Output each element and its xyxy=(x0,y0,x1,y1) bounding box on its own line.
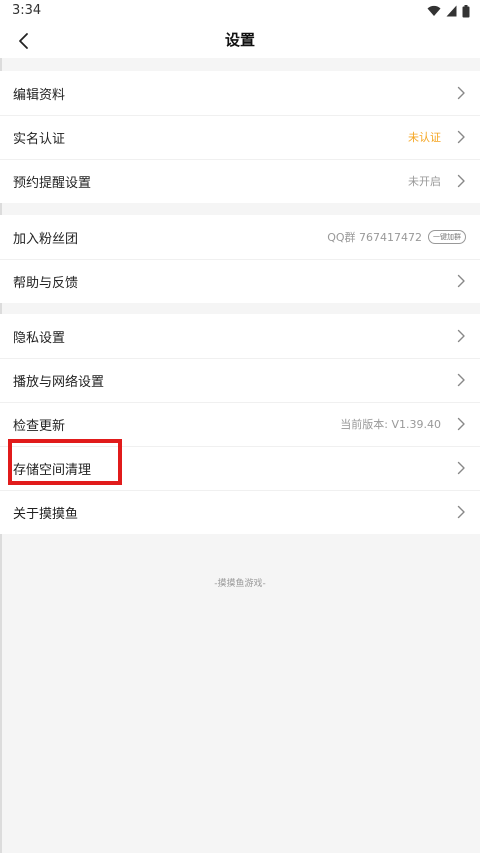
qq-group-number: QQ群 767417472 xyxy=(327,231,422,244)
settings-group-community: 加入粉丝团 QQ群 767417472 一键加群 帮助与反馈 xyxy=(0,215,480,303)
row-storage-cleanup[interactable]: 存储空间清理 xyxy=(0,446,480,490)
wifi-icon xyxy=(427,5,441,16)
chevron-right-icon xyxy=(457,174,465,188)
chevron-right-icon xyxy=(457,417,465,431)
chevron-right-icon xyxy=(457,373,465,387)
status-bar: 3:34 xyxy=(0,0,480,22)
row-label: 检查更新 xyxy=(13,418,66,434)
battery-icon xyxy=(462,4,470,17)
row-label: 帮助与反馈 xyxy=(13,275,79,291)
row-label: 编辑资料 xyxy=(13,87,66,103)
row-help-feedback[interactable]: 帮助与反馈 xyxy=(0,259,480,303)
row-label: 关于摸摸鱼 xyxy=(13,506,79,522)
row-check-update[interactable]: 检查更新 当前版本: V1.39.40 xyxy=(0,402,480,446)
row-label: 隐私设置 xyxy=(13,330,66,346)
status-icons xyxy=(427,3,470,19)
row-privacy-settings[interactable]: 隐私设置 xyxy=(0,314,480,358)
reminder-status: 未开启 xyxy=(408,175,441,188)
chevron-right-icon xyxy=(457,86,465,100)
row-reservation-reminder[interactable]: 预约提醒设置 未开启 xyxy=(0,159,480,203)
settings-group-account: 编辑资料 实名认证 未认证 预约提醒设置 未开启 xyxy=(0,71,480,203)
footer-brand: -摸摸鱼游戏- xyxy=(214,579,266,589)
row-edit-profile[interactable]: 编辑资料 xyxy=(0,71,480,115)
row-label: 播放与网络设置 xyxy=(13,374,105,390)
chevron-right-icon xyxy=(457,461,465,475)
current-version: 当前版本: V1.39.40 xyxy=(340,418,441,431)
row-about[interactable]: 关于摸摸鱼 xyxy=(0,490,480,534)
row-label: 实名认证 xyxy=(13,131,66,147)
signal-icon xyxy=(446,5,457,17)
chevron-right-icon xyxy=(457,505,465,519)
row-label: 预约提醒设置 xyxy=(13,175,92,191)
status-time: 3:34 xyxy=(12,3,42,18)
page-title: 设置 xyxy=(224,31,255,49)
settings-screen: 3:34 设置 编辑资料 实名认证 未认证 预约提醒设置 未开启 加入粉丝团 Q… xyxy=(0,0,480,853)
row-playback-network[interactable]: 播放与网络设置 xyxy=(0,358,480,402)
row-label: 存储空间清理 xyxy=(13,462,92,478)
row-join-fan-group[interactable]: 加入粉丝团 QQ群 767417472 一键加群 xyxy=(0,215,480,259)
row-real-name-verification[interactable]: 实名认证 未认证 xyxy=(0,115,480,159)
chevron-right-icon xyxy=(457,329,465,343)
join-group-button[interactable]: 一键加群 xyxy=(428,230,466,244)
app-header: 设置 xyxy=(0,22,480,58)
chevron-right-icon xyxy=(457,130,465,144)
verification-status: 未认证 xyxy=(408,131,441,144)
row-label: 加入粉丝团 xyxy=(13,231,79,247)
chevron-right-icon xyxy=(457,274,465,288)
settings-group-app: 隐私设置 播放与网络设置 检查更新 当前版本: V1.39.40 存储空间清理 … xyxy=(0,314,480,534)
